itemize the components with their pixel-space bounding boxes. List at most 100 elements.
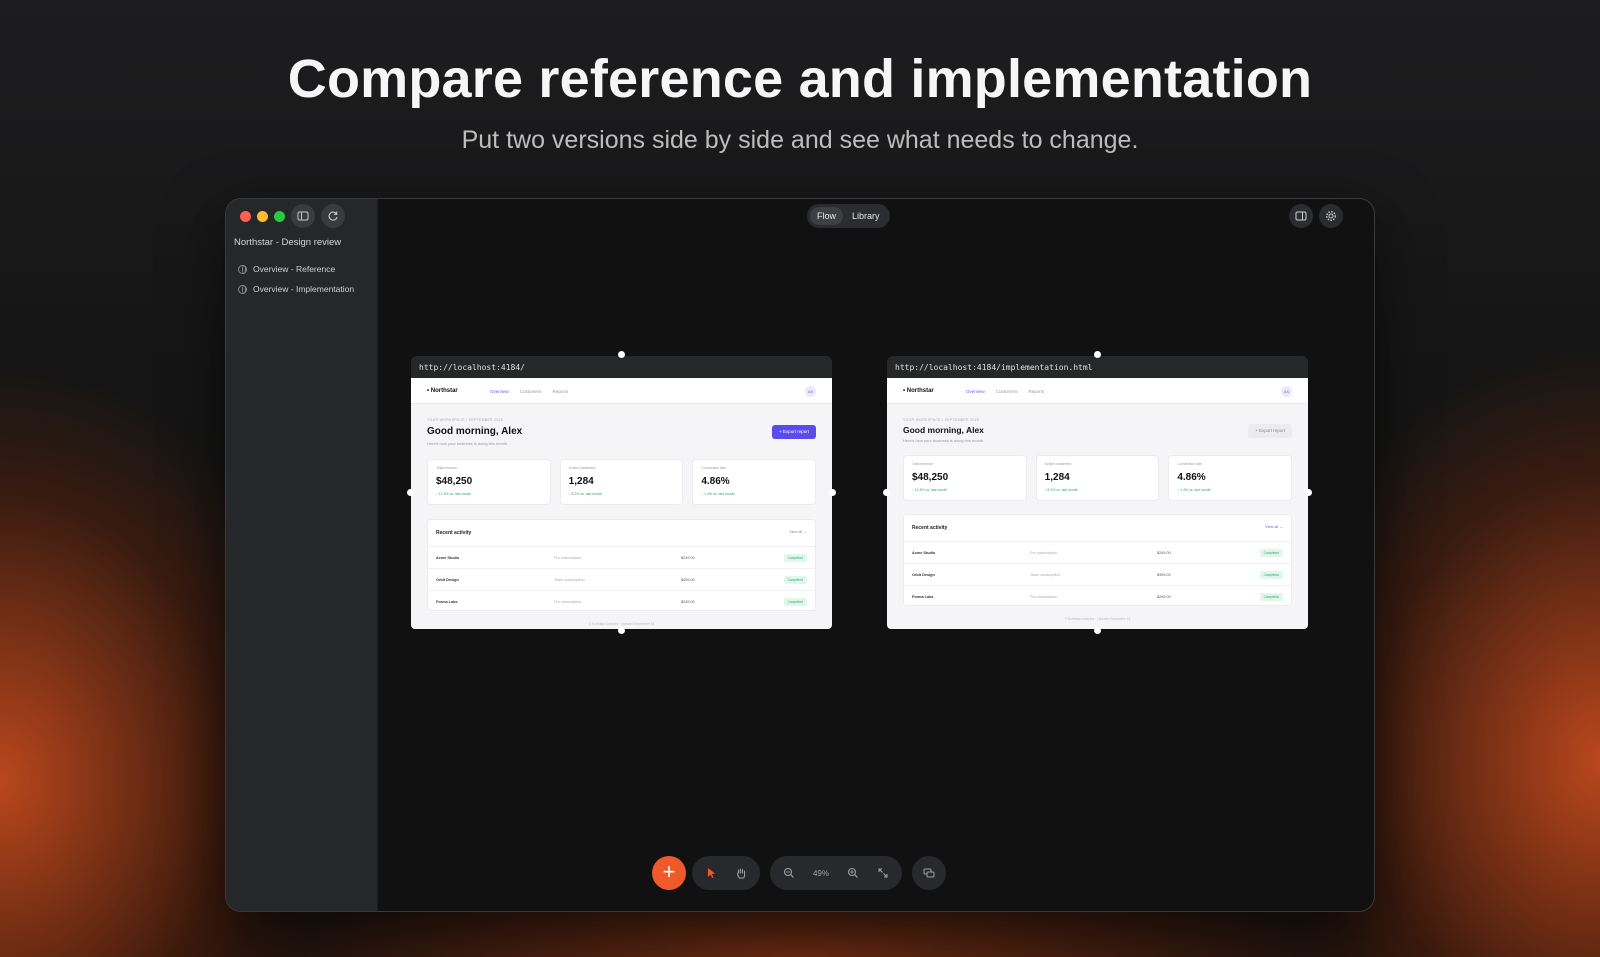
row-plan: Team subscription [554,578,585,582]
kpi-card: Total revenue $48,250 ↑ 12.5% vs. last m… [903,455,1027,501]
select-tool-button[interactable] [700,862,722,884]
resize-handle-bottom[interactable] [618,627,625,634]
zoom-out-icon [783,867,794,878]
nav-link-customers[interactable]: Customers [996,389,1018,394]
kpi-row: Total revenue $48,250 ↑ 12.5% vs. last m… [903,455,1293,501]
frame-implementation[interactable]: http://localhost:4184/implementation.htm… [883,351,1312,634]
kpi-label: Total revenue [436,466,458,470]
kpi-card: Total revenue $48,250 ↑ 12.5% vs. last m… [427,459,551,505]
row-amount: $249.00 [1157,595,1171,599]
frame-url: http://localhost:4184/implementation.htm… [887,356,1308,378]
kpi-value: 1,284 [1044,472,1070,483]
globe-icon [238,264,247,274]
view-switch: Flow Library [807,204,890,228]
status-badge: Completed [1259,549,1283,557]
resize-handle-top[interactable] [1094,351,1101,358]
row-name: Orbit Design [912,573,935,577]
table-row: Orbit Design Team subscription $499.00 C… [904,563,1291,585]
frame-reference[interactable]: http://localhost:4184/ • Northstar Overv… [407,351,836,634]
maximize-window-button[interactable] [274,211,285,222]
close-window-button[interactable] [240,211,251,222]
kpi-delta: ↑ 1.4% vs. last month [1177,488,1211,492]
row-name: Forma Labs [912,595,934,599]
kpi-card: Conversion rate 4.86% ↑ 1.4% vs. last mo… [692,459,817,505]
export-report-button[interactable]: + Export report [772,425,816,439]
activity-title: Recent activity [436,530,472,536]
pan-tool-button[interactable] [730,862,752,884]
refresh-icon [328,211,338,221]
page-item-implementation[interactable]: Overview - Implementation [238,279,354,299]
window-controls [240,211,285,222]
cursor-icon [707,868,715,878]
zoom-out-button[interactable] [778,862,800,884]
nav-link-overview[interactable]: Overview [966,389,985,394]
kpi-card: Conversion rate 4.86% ↑ 1.4% vs. last mo… [1168,455,1293,501]
resize-handle-right[interactable] [829,489,836,496]
resize-handle-right[interactable] [1305,489,1312,496]
fit-icon [878,868,888,878]
kpi-label: Active customers [568,466,596,470]
kpi-label: Active customers [1044,462,1072,466]
page-footer: © Northstar Analytics · Updated Septembe… [1064,617,1131,621]
page-nav-links: Overview Customers Reports [490,389,568,394]
zoom-level[interactable]: 49% [808,869,834,878]
globe-icon [238,284,247,294]
tool-group [692,856,760,890]
page-item-label: Overview - Reference [253,264,336,274]
nav-link-customers[interactable]: Customers [520,389,542,394]
activity-card: Recent activity View all → Acme Studio P… [427,519,816,611]
row-plan: Pro subscription [1030,551,1058,555]
table-row: Acme Studio Pro subscription $249.00 Com… [428,546,815,568]
status-badge: Completed [783,554,807,562]
refresh-button[interactable] [321,204,345,228]
resize-handle-bottom[interactable] [1094,627,1101,634]
kpi-label: Conversion rate [1177,462,1203,466]
page-item-label: Overview - Implementation [253,284,355,294]
page-greeting: Good morning, Alex [427,426,523,437]
resize-handle-top[interactable] [618,351,625,358]
add-button[interactable]: + [652,856,686,890]
toggle-panel-button[interactable] [1289,204,1313,228]
page-list: Overview - Reference Overview - Implemen… [238,259,354,299]
kpi-delta: ↑ 1.4% vs. last month [701,492,735,496]
kpi-value: 4.86% [1177,472,1206,483]
nav-link-reports[interactable]: Reports [1029,389,1045,394]
zoom-in-button[interactable] [842,862,864,884]
table-row: Orbit Design Team subscription $499.00 C… [428,568,815,590]
tab-library[interactable]: Library [845,207,887,225]
fit-to-screen-button[interactable] [872,862,894,884]
minimize-window-button[interactable] [257,211,268,222]
resize-handle-left[interactable] [407,489,414,496]
row-name: Acme Studio [912,551,936,555]
project-title: Northstar - Design review [234,237,342,248]
app-window: Northstar - Design review Overview - Ref… [225,198,1375,912]
export-report-button[interactable]: + Export report [1248,424,1292,438]
tab-flow[interactable]: Flow [810,207,844,225]
page-eyebrow: YOUR WORKSPACE / SEPTEMBER 2025 [903,418,980,422]
resize-handle-left[interactable] [883,489,890,496]
kpi-delta: ↑ 8.2% vs. last month [1044,488,1078,492]
toggle-sidebar-button[interactable] [291,204,315,228]
avatar[interactable]: AS [805,386,816,397]
kpi-delta: ↑ 12.5% vs. last month [912,488,948,492]
kpi-label: Conversion rate [701,466,727,470]
activity-card: Recent activity View all → Acme Studio P… [903,514,1292,606]
row-plan: Team subscription [1030,573,1061,577]
view-all-link[interactable]: View all → [1265,525,1283,529]
row-name: Forma Labs [436,600,458,604]
sidebar: Northstar - Design review Overview - Ref… [226,199,378,911]
kpi-delta: ↑ 12.5% vs. last month [436,492,472,496]
view-all-link[interactable]: View all → [789,530,807,534]
kpi-value: 4.86% [701,476,730,487]
page-item-reference[interactable]: Overview - Reference [238,259,354,279]
nav-link-reports[interactable]: Reports [553,389,569,394]
frame-page: • Northstar Overview Customers Reports A… [411,378,832,629]
zoom-in-icon [847,867,858,878]
avatar[interactable]: AS [1281,386,1292,397]
kpi-row: Total revenue $48,250 ↑ 12.5% vs. last m… [427,459,817,505]
kpi-label: Total revenue [912,462,934,466]
comment-button[interactable] [918,862,940,884]
comment-icon [923,868,935,878]
settings-button[interactable] [1319,204,1343,228]
nav-link-overview[interactable]: Overview [490,389,509,394]
